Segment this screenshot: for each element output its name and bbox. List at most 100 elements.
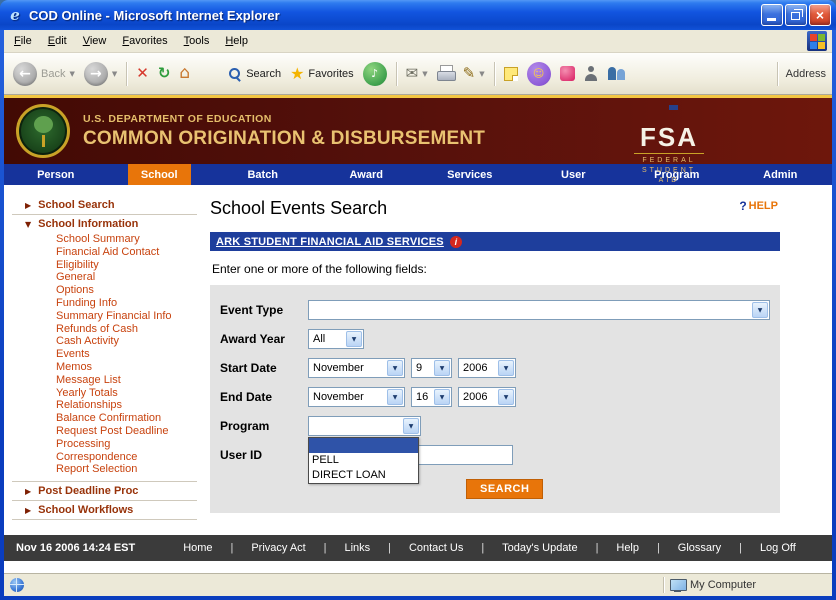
menu-help[interactable]: Help [217,32,256,50]
footer-link-privacy-act[interactable]: Privacy Act [251,542,305,554]
nav-tab-user[interactable]: User [522,164,626,185]
dropdown-arrow-icon[interactable] [387,389,403,405]
end-month-select[interactable]: November [308,387,405,407]
award-year-select[interactable]: All [308,329,364,349]
sidebar-section-school-workflows[interactable]: ▶School Workflows [4,503,207,517]
dropdown-arrow-icon[interactable] [498,360,514,376]
program-option-direct-loan[interactable]: DIRECT LOAN [309,468,418,483]
dropdown-arrow-icon[interactable] [498,389,514,405]
restore-button[interactable] [785,4,807,26]
footer-link-glossary[interactable]: Glossary [678,542,721,554]
notes-button[interactable] [501,65,521,83]
nav-tab-person[interactable]: Person [4,164,108,185]
edit-dropdown-icon[interactable]: ▼ [479,70,484,78]
sidebar-item-refunds-of-cash[interactable]: Refunds of Cash [4,323,207,336]
menu-tools[interactable]: Tools [176,32,218,50]
info-icon[interactable]: i [450,236,462,248]
nav-tab-batch[interactable]: Batch [211,164,315,185]
footer-link-help[interactable]: Help [616,542,639,554]
sidebar-item-request-post-deadline[interactable]: Request Post Deadline [4,425,207,438]
back-button[interactable]: ← Back ▼ [10,60,78,88]
dropdown-arrow-icon[interactable] [403,418,419,434]
sidebar-item-memos[interactable]: Memos [4,361,207,374]
menu-view[interactable]: View [75,32,115,50]
favorites-button[interactable]: ★ Favorites [287,64,357,84]
start-month-value: November [313,362,364,374]
dropdown-arrow-icon[interactable] [752,302,768,318]
search-button[interactable]: Search [225,65,284,83]
nav-tab-services[interactable]: Services [418,164,522,185]
search-form-panel: Event Type Award Year All [210,285,780,513]
sidebar-item-funding-info[interactable]: Funding Info [4,297,207,310]
footer-timestamp: Nov 16 2006 14:24 EST [16,542,135,554]
sidebar-item-summary-financial-info[interactable]: Summary Financial Info [4,310,207,323]
sidebar-item-yearly-totals[interactable]: Yearly Totals [4,387,207,400]
back-dropdown-icon[interactable]: ▼ [69,70,74,78]
nav-tab-award[interactable]: Award [315,164,419,185]
start-month-select[interactable]: November [308,358,405,378]
dropdown-arrow-icon[interactable] [387,360,403,376]
search-submit-button[interactable]: SEARCH [466,479,543,499]
start-year-select[interactable]: 2006 [458,358,516,378]
refresh-button[interactable]: ↻ [155,64,174,83]
sidebar-item-options[interactable]: Options [4,284,207,297]
sidebar-item-events[interactable]: Events [4,348,207,361]
sidebar-item-eligibility[interactable]: Eligibility [4,259,207,272]
menu-file[interactable]: File [6,32,40,50]
forward-button[interactable]: → ▼ [81,60,120,88]
mail-button[interactable]: ✉ ▼ [403,64,431,83]
end-year-select[interactable]: 2006 [458,387,516,407]
menu-favorites[interactable]: Favorites [114,32,175,50]
sidebar-item-general[interactable]: General [4,271,207,284]
profile-button[interactable] [581,64,601,83]
nav-tab-school[interactable]: School [108,164,212,185]
contacts-button[interactable] [604,64,629,83]
page-bottom-gap [4,561,832,573]
menu-edit[interactable]: Edit [40,32,75,50]
nav-tab-admin[interactable]: Admin [729,164,833,185]
footer-link-today-s-update[interactable]: Today's Update [502,542,577,554]
sidebar-item-school-summary[interactable]: School Summary [4,233,207,246]
research-button[interactable] [557,64,578,83]
media-button[interactable]: ♪ [360,60,390,88]
sidebar-item-message-list[interactable]: Message List [4,374,207,387]
program-option-blank[interactable] [309,438,418,453]
help-link[interactable]: ? HELP [739,199,778,213]
footer-bar: Nov 16 2006 14:24 EST Home|Privacy Act|L… [4,535,832,561]
dropdown-arrow-icon[interactable] [346,331,362,347]
sidebar-divider [12,481,197,482]
home-button[interactable]: ⌂ [176,63,193,84]
dropdown-arrow-icon[interactable] [434,389,450,405]
sidebar-item-financial-aid-contact[interactable]: Financial Aid Contact [4,246,207,259]
print-button[interactable] [434,64,457,83]
footer-link-contact-us[interactable]: Contact Us [409,542,463,554]
event-type-select[interactable] [308,300,770,320]
footer-link-log-off[interactable]: Log Off [760,542,796,554]
messenger-button[interactable]: ☺ [524,60,554,88]
sidebar-section-school-search[interactable]: ▶School Search [4,198,207,212]
sidebar-item-cash-activity[interactable]: Cash Activity [4,335,207,348]
sidebar-item-relationships[interactable]: Relationships [4,399,207,412]
sidebar-item-balance-confirmation[interactable]: Balance Confirmation [4,412,207,425]
end-day-select[interactable]: 16 [411,387,452,407]
footer-link-links[interactable]: Links [344,542,370,554]
minimize-button[interactable] [761,4,783,26]
sidebar-section-school-information[interactable]: ▼School Information [4,217,207,231]
sidebar-item-report-selection[interactable]: Report Selection [4,463,207,476]
sidebar-item-correspondence[interactable]: Correspondence [4,451,207,464]
footer-link-home[interactable]: Home [183,542,212,554]
dropdown-arrow-icon[interactable] [434,360,450,376]
start-day-select[interactable]: 9 [411,358,452,378]
title-bar[interactable]: e COD Online - Microsoft Internet Explor… [0,0,836,30]
program-select[interactable] [308,416,421,436]
close-button[interactable]: × [809,4,831,26]
program-option-pell[interactable]: PELL [309,453,418,468]
stop-button[interactable]: ✕ [133,64,152,83]
mail-dropdown-icon[interactable]: ▼ [422,70,427,78]
school-banner-link[interactable]: ARK STUDENT FINANCIAL AID SERVICES i [210,232,780,251]
sidebar-section-post-deadline-proc[interactable]: ▶Post Deadline Proc [4,484,207,498]
sidebar-item-processing[interactable]: Processing [4,438,207,451]
forward-dropdown-icon[interactable]: ▼ [112,70,117,78]
edit-button[interactable]: ✎ ▼ [460,64,488,83]
chevron-down-icon: ▼ [25,220,31,229]
